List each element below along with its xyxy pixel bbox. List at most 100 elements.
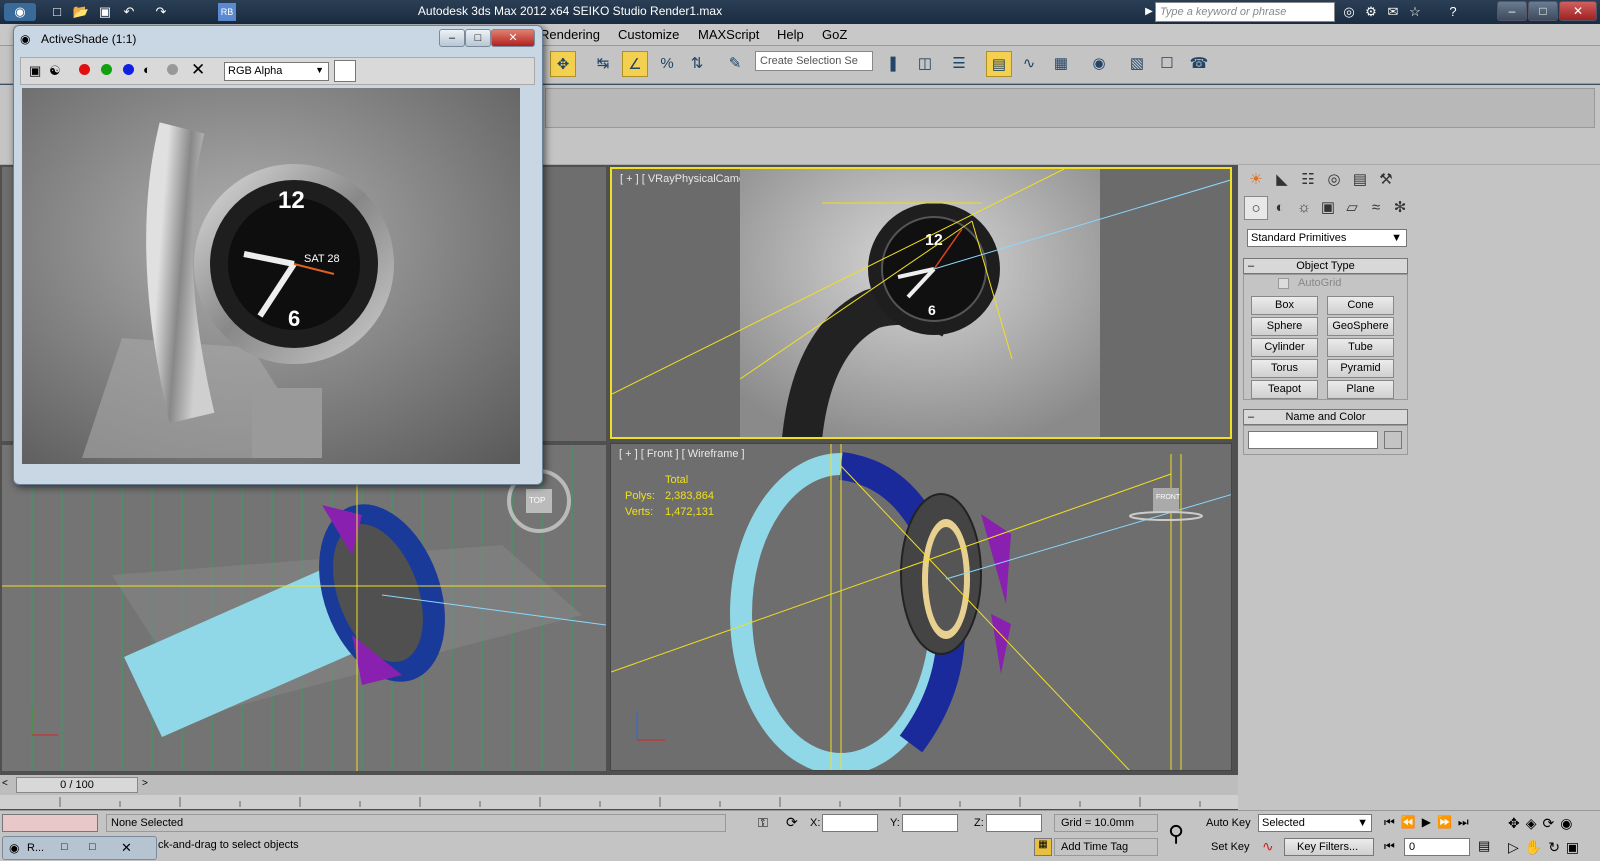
channel-dropdown[interactable]: RGB Alpha ▼ (224, 62, 329, 81)
menu-customize[interactable]: Customize (618, 27, 679, 42)
torus-button[interactable]: Torus (1251, 359, 1318, 378)
motion-tab-icon[interactable]: ◎ (1322, 168, 1346, 192)
save-image-icon[interactable]: ▣ (29, 63, 41, 79)
alpha-channel-icon[interactable]: ◐ (143, 62, 151, 77)
viewport-top[interactable]: TOP (2, 445, 606, 771)
cone-button[interactable]: Cone (1327, 296, 1394, 315)
object-name-field[interactable] (1248, 431, 1378, 449)
blue-channel-icon[interactable] (123, 64, 134, 75)
maxscript-listener[interactable] (2, 814, 98, 832)
add-time-tag[interactable]: Add Time Tag (1054, 838, 1158, 856)
mirror-icon[interactable]: ❚ (880, 51, 906, 77)
box-button[interactable]: Box (1251, 296, 1318, 315)
help-icon[interactable]: ? (1444, 3, 1462, 21)
y-field[interactable] (902, 814, 958, 832)
frame-field[interactable]: 0 (1404, 838, 1470, 856)
activeshade-window[interactable]: ◉ ActiveShade (1:1) – □ ✕ ▣ ☯ ◐ ✕ RGB Al… (13, 25, 543, 485)
object-color-swatch[interactable] (1384, 431, 1402, 449)
favorites-icon[interactable]: ☆ (1406, 3, 1424, 21)
select-move-icon[interactable]: ✥ (550, 51, 576, 77)
sphere-button[interactable]: Sphere (1251, 317, 1318, 336)
time-tag-icon[interactable]: ▦ (1034, 838, 1052, 856)
prev-frame-icon[interactable]: < (2, 778, 14, 792)
time-slider[interactable]: < 0 / 100 > (0, 775, 1238, 795)
maximize-icon[interactable]: □ (89, 841, 96, 853)
pyramid-button[interactable]: Pyramid (1327, 359, 1394, 378)
menu-maxscript[interactable]: MAXScript (698, 27, 759, 42)
cylinder-button[interactable]: Cylinder (1251, 338, 1318, 357)
cameras-icon[interactable]: ▣ (1316, 196, 1340, 220)
subscription-icon[interactable]: ⚙ (1362, 3, 1380, 21)
clear-icon[interactable]: ✕ (191, 60, 205, 80)
menu-goz[interactable]: GoZ (822, 27, 847, 42)
shapes-icon[interactable]: ◐ (1268, 196, 1292, 220)
utilities-tab-icon[interactable]: ⚒ (1374, 168, 1398, 192)
spacewarps-icon[interactable]: ≈ (1364, 196, 1388, 220)
playback-controls[interactable]: ⏮⏪▶⏩⏭ (1384, 815, 1475, 830)
helpers-icon[interactable]: ▱ (1340, 196, 1364, 220)
activeshade-maximize[interactable]: □ (465, 29, 491, 47)
menu-help[interactable]: Help (777, 27, 804, 42)
systems-icon[interactable]: ✻ (1388, 196, 1412, 220)
create-tab-icon[interactable]: ☀ (1244, 168, 1268, 192)
time-slider-thumb[interactable]: 0 / 100 (16, 777, 138, 793)
name-color-rollout[interactable]: – Name and Color (1243, 409, 1408, 425)
viewcube-top[interactable]: TOP (529, 496, 545, 505)
material-editor-icon[interactable]: ◉ (1086, 51, 1112, 77)
red-channel-icon[interactable] (79, 64, 90, 75)
geometry-icon[interactable]: ○ (1244, 196, 1268, 220)
communication-icon[interactable]: ✉ (1384, 3, 1402, 21)
minimize-button[interactable]: – (1497, 1, 1527, 21)
auto-key-button[interactable]: Auto Key (1206, 817, 1251, 829)
tube-button[interactable]: Tube (1327, 338, 1394, 357)
key-mode-toggle-icon[interactable]: ⏮ (1384, 839, 1395, 854)
percent-snap-icon[interactable]: % (654, 51, 680, 77)
display-tab-icon[interactable]: ▤ (1348, 168, 1372, 192)
track-bar[interactable] (0, 795, 1238, 809)
edit-named-sets-icon[interactable]: ✎ (722, 51, 748, 77)
spinner-snap-icon[interactable]: ⇅ (684, 51, 710, 77)
restore-icon[interactable]: □ (61, 841, 68, 853)
transform-mode-icon[interactable]: ⟳ (786, 814, 798, 831)
curve-icon[interactable]: ∿ (1262, 838, 1274, 855)
plane-button[interactable]: Plane (1327, 380, 1394, 399)
hierarchy-tab-icon[interactable]: ☷ (1296, 168, 1320, 192)
geosphere-button[interactable]: GeoSphere (1327, 317, 1394, 336)
close-button[interactable]: ✕ (1559, 1, 1597, 21)
close-icon[interactable]: ✕ (121, 840, 132, 856)
autogrid-checkbox[interactable] (1278, 278, 1289, 289)
snap-3d-icon[interactable]: ↹ (590, 51, 616, 77)
render-frame-icon[interactable]: ☐ (1154, 51, 1180, 77)
time-config-icon[interactable]: ▤ (1478, 838, 1490, 854)
schematic-view-icon[interactable]: ▦ (1048, 51, 1074, 77)
activeshade-close[interactable]: ✕ (491, 29, 535, 47)
object-type-rollout[interactable]: – Object Type (1243, 258, 1408, 274)
maximize-button[interactable]: □ (1528, 1, 1558, 21)
key-mode-dropdown[interactable]: Selected ▼ (1258, 814, 1372, 832)
viewcube-front[interactable]: FRONT (1156, 494, 1180, 501)
key-filters-button[interactable]: Key Filters... (1284, 838, 1374, 856)
curve-editor-icon[interactable]: ∿ (1016, 51, 1042, 77)
search-input[interactable]: Type a keyword or phrase (1155, 2, 1335, 22)
clone-icon[interactable]: ☯ (49, 63, 61, 79)
teapot-button[interactable]: Teapot (1251, 380, 1318, 399)
x-field[interactable] (822, 814, 878, 832)
z-field[interactable] (986, 814, 1042, 832)
mono-icon[interactable] (167, 64, 178, 75)
set-key-button[interactable]: Set Key (1211, 841, 1250, 853)
lock-icon[interactable]: ⚿ (758, 815, 768, 831)
render-production-icon[interactable]: ☎ (1186, 51, 1212, 77)
align-icon[interactable]: ◫ (912, 51, 938, 77)
minimized-render-window[interactable]: ◉ R... □ □ ✕ (2, 836, 157, 860)
key-icon[interactable]: ⚲ (1168, 821, 1184, 847)
viewport-camera[interactable]: [ + ] [ VRayPhysicalCamera001 ] [ Shaded… (610, 167, 1232, 439)
category-dropdown[interactable]: Standard Primitives ▼ (1247, 229, 1407, 247)
angle-snap-icon[interactable]: ∠ (622, 51, 648, 77)
selection-set-dropdown[interactable]: Create Selection Se (755, 51, 873, 71)
background-color-swatch[interactable] (334, 60, 356, 82)
lights-icon[interactable]: ☼ (1292, 196, 1316, 220)
scene-explorer-icon[interactable]: ▤ (986, 51, 1012, 77)
next-frame-icon[interactable]: > (142, 778, 154, 792)
nav-controls-top[interactable]: ✥◈⟳◉ (1508, 815, 1578, 832)
green-channel-icon[interactable] (101, 64, 112, 75)
